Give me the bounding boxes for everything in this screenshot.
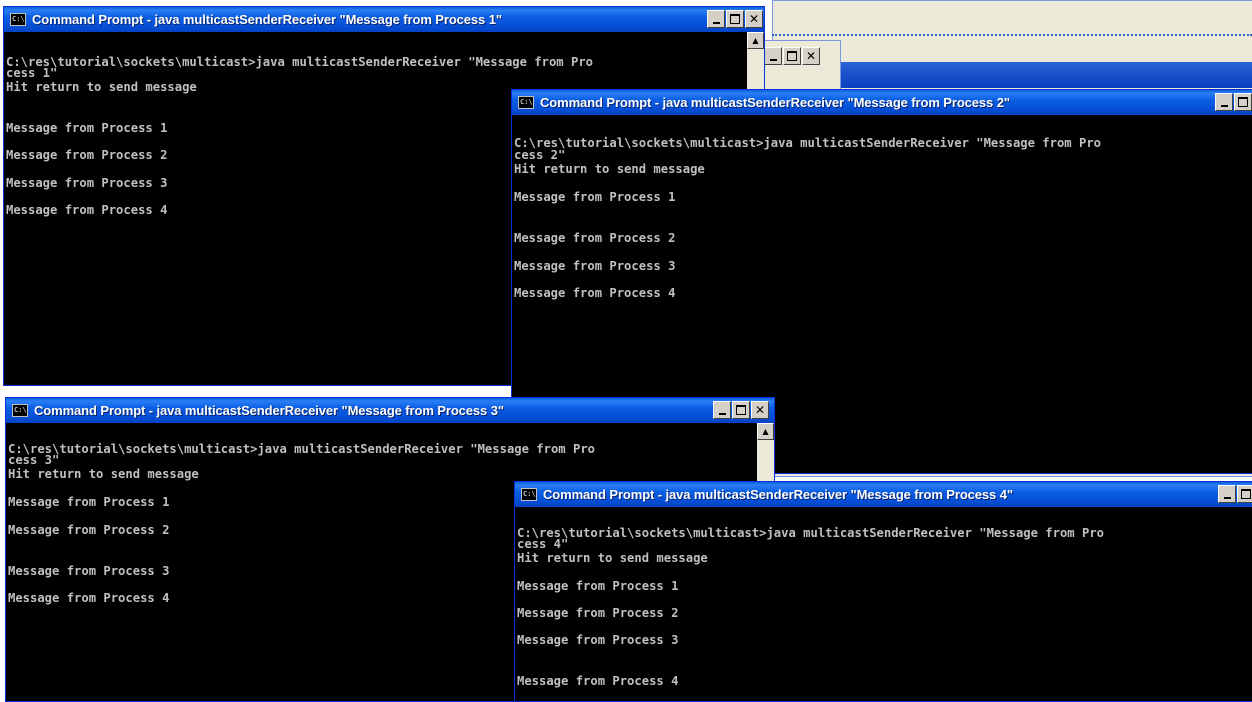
background-divider	[772, 34, 1252, 36]
cmd-icon: C:\	[10, 13, 26, 26]
minimize-button[interactable]	[713, 401, 731, 419]
background-small-window: ✕	[757, 40, 841, 92]
title-bar[interactable]: C:\ Command Prompt - java multicastSende…	[6, 398, 774, 423]
maximize-button[interactable]	[726, 10, 744, 28]
console-line: C:\res\tutorial\sockets\multicast>java m…	[8, 442, 595, 456]
console-line: Message from Process 2	[8, 523, 170, 537]
window-title: Command Prompt - java multicastSenderRec…	[34, 403, 504, 418]
console-line: Message from Process 3	[514, 259, 676, 273]
console-line: Message from Process 4	[514, 286, 676, 300]
cmd-icon: C:\	[12, 404, 28, 417]
console-line: C:\res\tutorial\sockets\multicast>java m…	[517, 526, 1104, 540]
title-bar[interactable]: C:\ Command Prompt - java multicastSende…	[512, 90, 1252, 115]
console-line: Message from Process 1	[8, 495, 170, 509]
maximize-button[interactable]	[1237, 485, 1252, 503]
console-line: Hit return to send message	[8, 467, 199, 481]
close-button[interactable]: ✕	[751, 401, 769, 419]
window-title: Command Prompt - java multicastSenderRec…	[540, 95, 1010, 110]
console-line: Message from Process 1	[6, 121, 168, 135]
close-button[interactable]: ✕	[802, 47, 820, 65]
console-line: cess 2"	[514, 148, 566, 162]
minimize-button[interactable]	[764, 47, 782, 65]
console-line: C:\res\tutorial\sockets\multicast>java m…	[514, 136, 1101, 150]
console-line: Message from Process 3	[8, 564, 170, 578]
close-button[interactable]: ✕	[745, 10, 763, 28]
maximize-button[interactable]	[783, 47, 801, 65]
console-line: cess 1"	[6, 66, 58, 80]
console-line: Message from Process 2	[517, 606, 679, 620]
maximize-button[interactable]	[1234, 93, 1252, 111]
console-output[interactable]: C:\res\tutorial\sockets\multicast>java m…	[515, 507, 1252, 701]
console-line: cess 4"	[517, 537, 569, 551]
console-line: Message from Process 4	[517, 674, 679, 688]
console-line: Message from Process 4	[6, 203, 168, 217]
window-title: Command Prompt - java multicastSenderRec…	[32, 12, 502, 27]
window-title: Command Prompt - java multicastSenderRec…	[543, 487, 1013, 502]
console-line: Message from Process 3	[6, 176, 168, 190]
minimize-button[interactable]	[707, 10, 725, 28]
title-bar[interactable]: C:\ Command Prompt - java multicastSende…	[4, 7, 764, 32]
console-line: C:\res\tutorial\sockets\multicast>java m…	[6, 55, 593, 69]
console-line: Message from Process 4	[8, 591, 170, 605]
background-window-titlebar	[840, 62, 1252, 88]
minimize-button[interactable]	[1215, 93, 1233, 111]
cmd-icon: C:\	[521, 488, 537, 501]
title-bar[interactable]: C:\ Command Prompt - java multicastSende…	[515, 482, 1252, 507]
maximize-button[interactable]	[732, 401, 750, 419]
console-line: cess 3"	[8, 453, 60, 467]
console-line: Message from Process 1	[517, 579, 679, 593]
console-line: Hit return to send message	[517, 551, 708, 565]
console-line: Message from Process 2	[514, 231, 676, 245]
console-line: Message from Process 1	[514, 190, 676, 204]
console-line: Message from Process 2	[6, 148, 168, 162]
minimize-button[interactable]	[1218, 485, 1236, 503]
scroll-up-arrow-icon[interactable]: ▲	[747, 32, 764, 49]
scroll-up-arrow-icon[interactable]: ▲	[757, 423, 774, 440]
cmd-icon: C:\	[518, 96, 534, 109]
console-line: Message from Process 3	[517, 633, 679, 647]
console-line: Hit return to send message	[514, 162, 705, 176]
console-line: Hit return to send message	[6, 80, 197, 94]
cmd-window-4[interactable]: C:\ Command Prompt - java multicastSende…	[514, 481, 1252, 702]
